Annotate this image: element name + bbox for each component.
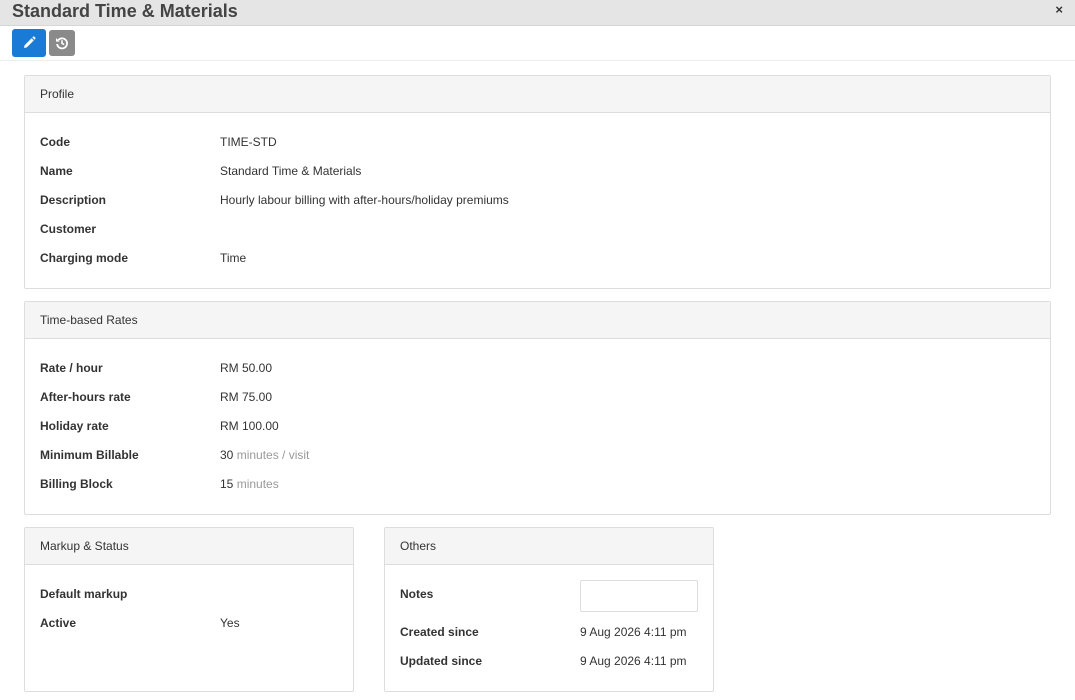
field-label: Minimum Billable	[40, 448, 139, 462]
markup-status-heading: Markup & Status	[25, 528, 353, 565]
field-value: Standard Time & Materials	[220, 164, 362, 178]
field-value: RM 100.00	[220, 418, 279, 434]
pencil-icon	[24, 36, 36, 48]
field-value: Time	[220, 251, 247, 265]
field-label: Name	[40, 164, 73, 178]
billing-block-number: 15	[220, 477, 234, 491]
field-value: 9 Aug 2026 4:11 pm	[580, 625, 687, 639]
field-value: 9 Aug 2026 4:11 pm	[580, 654, 687, 668]
field-label: Rate / hour	[40, 361, 103, 375]
field-label: Updated since	[400, 654, 483, 668]
close-icon[interactable]: ×	[1055, 2, 1063, 17]
field-label: Active	[40, 616, 77, 630]
field-value: RM 75.00	[220, 389, 272, 405]
rate-amount: RM 50.00	[220, 361, 273, 375]
minimum-billable-number: 30	[220, 448, 234, 462]
others-heading: Others	[385, 528, 713, 565]
field-label: Default markup	[40, 587, 128, 601]
history-icon	[56, 37, 68, 50]
field-value: TIME-STD	[220, 135, 277, 149]
unit-label: minutes / visit	[236, 448, 310, 462]
window-titlebar: Standard Time & Materials ×	[0, 0, 1075, 26]
profile-panel: Profile Code TIME-STD Name Standard Time…	[24, 75, 1051, 289]
revert-button[interactable]	[49, 30, 75, 56]
field-label: Notes	[400, 587, 434, 601]
field-label: Customer	[40, 222, 97, 236]
field-value: 30 minutes / visit	[220, 447, 309, 463]
unit-label: minutes	[236, 477, 279, 491]
field-value: RM 50.00	[220, 360, 272, 376]
field-label: After-hours rate	[40, 390, 131, 404]
field-label: Code	[40, 135, 70, 149]
field-value: 15 minutes	[220, 476, 279, 492]
others-panel: Others Notes Created since 9 Aug 2026 4:…	[384, 527, 714, 692]
field-label: Created since	[400, 625, 479, 639]
field-label: Description	[40, 193, 107, 207]
markup-status-panel: Markup & Status Default markup Active Ye…	[24, 527, 354, 692]
field-label: Charging mode	[40, 251, 129, 265]
field-value: Yes	[220, 616, 240, 630]
rate-amount: RM 100.00	[220, 419, 279, 433]
rates-heading: Time-based Rates	[25, 302, 1050, 339]
field-label: Billing Block	[40, 477, 113, 491]
rate-amount: RM 75.00	[220, 390, 273, 404]
rates-panel: Time-based Rates Rate / hour RM 50.00 Af…	[24, 301, 1051, 515]
toolbar	[0, 26, 1075, 61]
window-title: Standard Time & Materials	[12, 1, 238, 21]
field-value: Hourly labour billing with after-hours/h…	[220, 193, 509, 207]
profile-heading: Profile	[25, 76, 1050, 113]
notes-field[interactable]	[580, 580, 698, 612]
field-label: Holiday rate	[40, 419, 109, 433]
edit-button[interactable]	[12, 29, 46, 57]
